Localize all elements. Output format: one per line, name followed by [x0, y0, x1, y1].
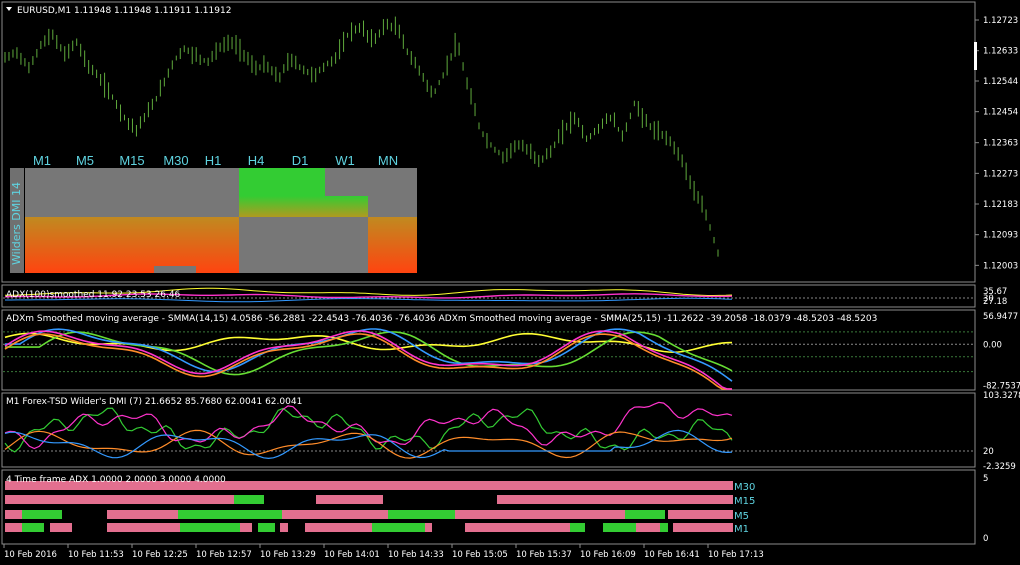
tf-adx-segment [258, 523, 275, 532]
tf-adx-segment [180, 523, 240, 532]
tf-adx-tick-label: 0 [983, 534, 988, 544]
tf-adx-segment [107, 510, 178, 519]
price-tick-label: 1.12723 [983, 16, 1018, 26]
adxm-tick-label: 56.9477 [983, 312, 1018, 322]
tf-adx-segment [372, 523, 425, 532]
price-tick-label: 1.12633 [983, 47, 1018, 57]
tf-adx-segment [22, 523, 44, 532]
time-tick-label: 10 Feb 15:37 [516, 550, 572, 560]
time-tick-label: 10 Feb 17:13 [708, 550, 764, 560]
time-tick-label: 10 Feb 15:05 [452, 550, 508, 560]
tf-adx-segment [497, 495, 733, 504]
tf-adx-segment [465, 523, 570, 532]
tf-adx-segment [280, 523, 288, 532]
time-tick-label: 10 Feb 12:57 [196, 550, 252, 560]
price-axis: 1.12723 1.12633 1.12544 1.12454 1.12363 1.122… [975, 16, 1018, 271]
tf-adx-segment [570, 523, 585, 532]
timeframe-label-h1: H1 [205, 153, 222, 168]
tf-adx-segment [282, 510, 388, 519]
dmi-tick-label: -2.3259 [983, 462, 1016, 472]
symbol-header: EURUSD,M1 1.11948 1.11948 1.11911 1.1191… [17, 6, 231, 16]
timeframe-label-m15: M15 [119, 153, 144, 168]
price-tick-label: 1.12273 [983, 169, 1018, 179]
time-tick-label: 10 Feb 13:29 [260, 550, 316, 560]
adx100-tick-label: 27.18 [983, 297, 1007, 307]
dropdown-arrow-icon[interactable] [6, 7, 12, 11]
tf-adx-segment [305, 523, 372, 532]
tf-adx-segment [668, 510, 733, 519]
tf-adx-row-label: M1 [734, 524, 749, 535]
time-tick-label: 10 Feb 2016 [4, 550, 57, 560]
tf-adx-segment [178, 510, 282, 519]
price-tick-label: 1.12544 [983, 77, 1018, 87]
tf-adx-segment [455, 510, 625, 519]
chart-canvas[interactable]: EURUSD,M1 1.11948 1.11948 1.11911 1.1191… [0, 0, 1020, 565]
time-tick-label: 10 Feb 14:33 [388, 550, 444, 560]
time-tick-label: 10 Feb 12:25 [132, 550, 188, 560]
dmi-label: M1 Forex-TSD Wilder's DMI (7) 21.6652 85… [6, 397, 302, 407]
price-tick-label: 1.12363 [983, 139, 1018, 149]
dmi-line-magenta [4, 401, 733, 450]
current-price-marker [974, 42, 977, 70]
dmi-tick-label: 20 [983, 447, 994, 457]
tf-adx-row-label: M15 [734, 496, 755, 507]
time-tick-label: 10 Feb 16:09 [580, 550, 636, 560]
timeframe-label-m1: M1 [33, 153, 51, 168]
time-tick-label: 10 Feb 16:41 [644, 550, 700, 560]
tf-adx-segment [603, 523, 636, 532]
tf-adx-segment [5, 495, 234, 504]
dmi-tick-label: 103.3278 [983, 391, 1020, 401]
tf-adx-segment [22, 510, 62, 519]
tf-adx-segment [240, 523, 252, 532]
tf-adx-segment [5, 510, 22, 519]
adxm-line-magenta [4, 330, 732, 390]
tf-adx-label: 4 Time frame ADX 1.0000 2.0000 3.0000 4.… [6, 475, 226, 485]
time-tick-label: 10 Feb 14:01 [324, 550, 380, 560]
tf-adx-tick-label: 5 [983, 474, 988, 484]
timeframe-label-m5: M5 [76, 153, 94, 168]
timeframe-label-w1: W1 [335, 153, 355, 168]
tf-adx-segment [625, 510, 665, 519]
price-tick-label: 1.12183 [983, 200, 1018, 210]
tf-adx-row-label: M30 [734, 482, 755, 493]
tf-adx-segment [425, 523, 432, 532]
time-axis: 10 Feb 2016 10 Feb 11:53 10 Feb 12:25 10 Fe… [3, 544, 764, 560]
timeframe-label-d1: D1 [292, 153, 309, 168]
tf-adx-row-label: M5 [734, 511, 749, 522]
timeframe-label-h4: H4 [248, 153, 265, 168]
timeframe-label-mn: MN [378, 153, 398, 168]
tf-adx-segment [673, 523, 733, 532]
tf-adx-segment [388, 510, 455, 519]
tf-adx-segment [5, 523, 22, 532]
timeframe-label-m30: M30 [163, 153, 188, 168]
dmi-line-green [4, 407, 733, 453]
adxm-tick-label: 0.00 [983, 340, 1002, 350]
tf-adx-segment [50, 523, 72, 532]
dmi-mtf-panel: Wilders DMI 14 M1 M5 M15 M30 H1 H4 D1 W1 MN [10, 153, 417, 273]
tf-adx-segment [636, 523, 660, 532]
price-tick-label: 1.12093 [983, 231, 1018, 241]
tf-adx-segment [316, 495, 383, 504]
adx100-label: ADX(100)smoothed 11.92 23.53 26.46 [6, 290, 181, 300]
price-tick-label: 1.12003 [983, 261, 1018, 271]
tf-adx-segment [107, 523, 180, 532]
time-tick-label: 10 Feb 11:53 [68, 550, 124, 560]
dmi-line-blue [4, 429, 733, 460]
tf-adx-segment [234, 495, 264, 504]
mt4-chart-window[interactable]: EURUSD,M1 1.11948 1.11948 1.11911 1.1191… [0, 0, 1020, 565]
tf-adx-segment [660, 523, 668, 532]
price-tick-label: 1.12454 [983, 108, 1018, 118]
adxm-tick-label: -82.7537 [983, 381, 1020, 391]
adxm-label: ADXm Smoothed moving average - SMMA(14,1… [6, 314, 877, 324]
dmi-side-label: Wilders DMI 14 [10, 182, 23, 265]
